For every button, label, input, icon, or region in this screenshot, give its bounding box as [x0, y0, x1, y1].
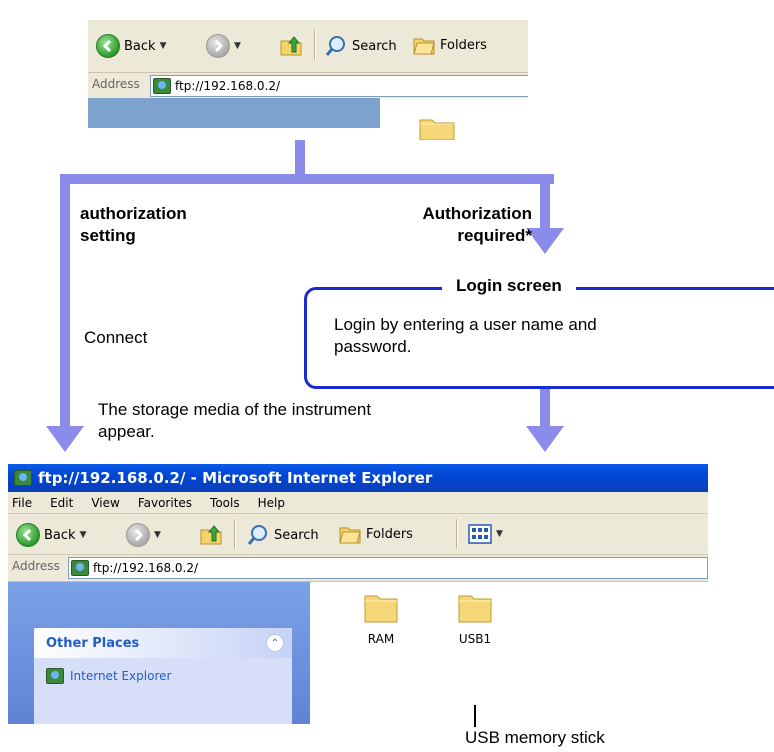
other-places-title: Other Places	[46, 635, 140, 651]
folders-icon	[413, 38, 435, 55]
chevron-down-icon[interactable]: ▼	[160, 41, 167, 51]
top-explorer-crop: Back ▼ ▼ Search Folders Address ftp://19…	[88, 20, 528, 140]
search-button[interactable]: Search	[246, 523, 319, 547]
folder-name: USB1	[458, 632, 492, 646]
menu-file[interactable]: File	[12, 496, 32, 510]
address-label: Address	[12, 559, 60, 573]
usb-caption: USB memory stick	[465, 728, 605, 747]
internet-explorer-link[interactable]: Internet Explorer	[46, 668, 171, 684]
flow-left-line	[60, 174, 70, 432]
folders-button[interactable]: Folders	[338, 523, 413, 545]
other-places-header[interactable]: Other Places ⌃	[34, 628, 292, 658]
top-address-bar: Address ftp://192.168.0.2/	[88, 72, 528, 99]
folder-icon	[419, 119, 455, 140]
menu-help[interactable]: Help	[258, 496, 285, 510]
forward-button[interactable]: ▼	[126, 523, 161, 547]
chevron-down-icon[interactable]: ▼	[80, 530, 87, 540]
login-screen-title: Login screen	[442, 276, 576, 296]
address-bar: Address ftp://192.168.0.2/	[8, 555, 708, 582]
top-search-button[interactable]: Search	[324, 34, 397, 58]
views-button[interactable]: ▼	[468, 523, 503, 545]
up-folder-button[interactable]	[198, 521, 224, 547]
views-icon	[468, 524, 492, 544]
address-label: Address	[92, 77, 140, 91]
address-input[interactable]: ftp://192.168.0.2/	[68, 557, 708, 579]
search-icon	[325, 36, 345, 56]
top-forward-button[interactable]: ▼	[206, 34, 241, 58]
window-toolbar: Back ▼ ▼ Search Folders ▼	[8, 514, 708, 555]
toolbar-separator	[234, 519, 236, 549]
menu-edit[interactable]: Edit	[50, 496, 73, 510]
top-content-area	[88, 98, 528, 140]
folder-icon	[458, 595, 492, 623]
window-title: ftp://192.168.0.2/ - Microsoft Internet …	[38, 469, 433, 487]
folders-icon	[339, 527, 361, 544]
search-icon	[247, 525, 267, 545]
top-toolbar: Back ▼ ▼ Search Folders	[88, 20, 528, 72]
menu-favorites[interactable]: Favorites	[138, 496, 192, 510]
chevron-down-icon[interactable]: ▼	[496, 529, 503, 539]
up-folder-icon	[280, 36, 302, 56]
top-address-input[interactable]: ftp://192.168.0.2/	[150, 75, 528, 97]
ie-page-icon	[153, 78, 171, 94]
window-titlebar[interactable]: ftp://192.168.0.2/ - Microsoft Internet …	[8, 464, 708, 492]
other-places-panel: Other Places ⌃ Internet Explorer	[34, 628, 292, 724]
back-arrow-icon	[96, 34, 120, 58]
explorer-window: ftp://192.168.0.2/ - Microsoft Internet …	[8, 464, 708, 724]
login-description: Login by entering a user name and passwo…	[334, 315, 597, 356]
top-back-button[interactable]: Back ▼	[96, 34, 166, 58]
folder-name: RAM	[367, 632, 395, 646]
collapse-chevron-icon[interactable]: ⌃	[266, 634, 284, 652]
task-pane: Other Places ⌃ Internet Explorer	[8, 582, 310, 724]
toolbar-separator	[456, 519, 458, 549]
folder-icon	[364, 595, 398, 623]
up-folder-icon	[200, 525, 222, 545]
folder-item-usb1[interactable]: USB1	[440, 588, 510, 652]
flow-stem	[295, 140, 305, 178]
chevron-down-icon[interactable]: ▼	[234, 41, 241, 51]
ie-icon	[46, 668, 64, 684]
ie-page-icon	[71, 560, 89, 576]
menu-bar: File Edit View Favorites Tools Help	[8, 492, 708, 514]
storage-media-text: The storage media of the instrument appe…	[98, 400, 372, 441]
flow-arrowhead-left	[46, 426, 84, 452]
back-button[interactable]: Back ▼	[16, 523, 86, 547]
ie-page-icon	[14, 470, 32, 486]
usb-callout-line	[474, 705, 476, 727]
window-content: Other Places ⌃ Internet Explorer RAM USB…	[8, 582, 708, 724]
toolbar-separator	[314, 30, 316, 60]
top-task-pane	[88, 98, 380, 128]
menu-tools[interactable]: Tools	[210, 496, 240, 510]
auth-required-label: Authorization required*	[422, 204, 532, 245]
flow-arrowhead-right-bottom	[526, 426, 564, 452]
flow-split-bar	[60, 174, 554, 184]
connect-label: Connect	[84, 328, 148, 347]
no-auth-label: authorization setting	[80, 204, 187, 245]
menu-view[interactable]: View	[91, 496, 119, 510]
forward-arrow-icon	[126, 523, 150, 547]
top-folders-button[interactable]: Folders	[412, 34, 487, 56]
back-arrow-icon	[16, 523, 40, 547]
chevron-down-icon[interactable]: ▼	[154, 530, 161, 540]
folder-item-ram[interactable]: RAM	[346, 588, 416, 652]
forward-arrow-icon	[206, 34, 230, 58]
top-up-folder-button[interactable]	[278, 32, 304, 58]
flow-right-line	[540, 174, 550, 232]
